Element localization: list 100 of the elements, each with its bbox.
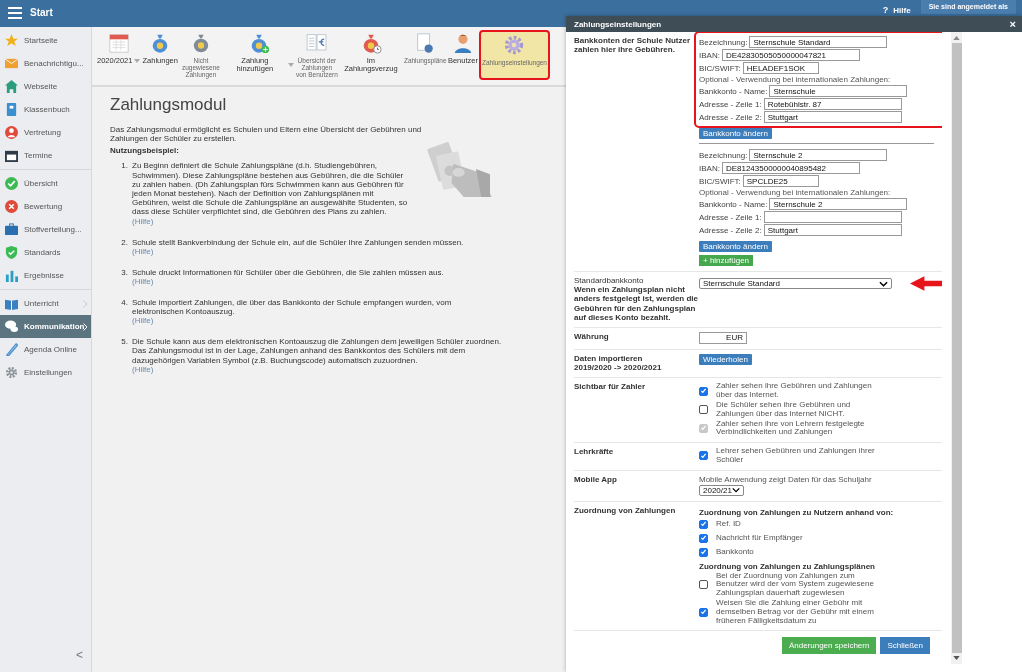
field-label: Adresse - Zeile 1: xyxy=(699,212,762,222)
checkbox-label: Lehrer sehen Gebühren und Zahlungen ihrer Schüler xyxy=(716,447,876,465)
year-select[interactable]: 2020/21 xyxy=(699,484,744,496)
step-text: Schule stellt Bankverbindung der Schule ein, auf die Schüler Ihre Zahlungen senden müssen. xyxy=(132,237,465,247)
person-icon xyxy=(5,126,18,139)
text-field[interactable]: Stuttgart xyxy=(763,224,902,236)
text-field[interactable]: HELADEF1SOK xyxy=(742,62,819,74)
field-label: BIC/SWIFT: xyxy=(699,63,741,73)
page-title: Zahlungsmodul xyxy=(110,95,227,115)
checkbox[interactable] xyxy=(699,405,708,415)
caret-icon xyxy=(134,58,141,63)
checkbox-label: Ref. ID xyxy=(716,519,742,529)
open-book-icon xyxy=(5,297,18,310)
bars-icon xyxy=(5,269,18,282)
section-label: Daten importieren xyxy=(574,353,644,364)
checkbox-label: Bei der Zuordnung von Zahlungen zum Benutzer wird der vom System zugewiesene Zahlungsplan dauerhaft zugewiesen xyxy=(716,571,874,599)
text-field[interactable]: DE81243500000040895482 xyxy=(721,162,860,174)
checkbox[interactable] xyxy=(699,547,708,557)
scrollbar[interactable] xyxy=(951,32,962,664)
step-number: 2. xyxy=(120,237,128,249)
section-label: 2019/2020 -> 2020/2021 xyxy=(574,363,663,373)
section-label: Bankkonten der Schule Nutzer zahlen hier ihre Gebühren. xyxy=(574,36,692,55)
scroll-down-icon[interactable] xyxy=(953,656,960,660)
change-account-button[interactable]: Bankkonto ändern xyxy=(699,128,772,139)
pointer-arrow-icon xyxy=(910,276,942,291)
sidebar-item[interactable]: Einstellungen xyxy=(0,361,91,384)
sidebar-item[interactable]: Benachrichtigu... xyxy=(0,52,91,75)
text-field[interactable] xyxy=(763,211,902,223)
section-label: Mobile App xyxy=(574,474,618,484)
text-field[interactable]: Sternschule xyxy=(769,85,908,97)
menu-icon[interactable] xyxy=(8,7,22,19)
chevron-icon xyxy=(879,280,888,287)
repeat-button[interactable]: Wiederholen xyxy=(699,353,752,365)
sidebar-item[interactable]: Vertretung xyxy=(0,121,91,144)
step-number: 5. xyxy=(120,337,128,349)
currency-field[interactable]: EUR xyxy=(699,331,747,344)
pen-icon xyxy=(5,343,18,356)
step-number: 4. xyxy=(120,297,128,309)
sidebar-item[interactable]: Termine xyxy=(0,144,91,167)
close-icon[interactable]: × xyxy=(1009,18,1016,30)
sidebar-item[interactable]: Übersicht xyxy=(0,172,91,195)
sidebar-item[interactable]: Stoffverteilung... xyxy=(0,218,91,241)
cross-icon xyxy=(5,200,18,213)
envelope-icon xyxy=(5,57,18,70)
field-label: Bankkonto - Name: xyxy=(699,86,768,96)
checkbox[interactable] xyxy=(699,580,708,590)
sidebar-item[interactable]: Webseite xyxy=(0,75,91,98)
checkbox[interactable] xyxy=(699,451,708,461)
change-account-button[interactable]: Bankkonto ändern xyxy=(699,241,772,252)
dialog-title: Zahlungseinstellungen xyxy=(574,19,662,29)
help-icon[interactable]: ? xyxy=(882,5,889,15)
step-text: Zu Beginn definiert die Schule Zahlungspläne (d.h. Studiengebühren, Schwimmen). Diese Zahlungspläne bestehen aus Gebühren, die die Schüler zu zahlen haben. (Dh Zahlungsplan fürs Schwimmen kann aus Gebühren für jeden Monat bestehen). Nach der Definition von Zahlungsplänen mit Gebühren, weist die Schule die Zahlungspläne an ausgewählte Studenten, so dass diese Schüler verpflichtet sind, die Gebühren des Plans zu zahlen. xyxy=(132,161,409,217)
text-field[interactable]: Sternschule 2 xyxy=(749,149,888,161)
text-field[interactable]: Rotebühlstr. 87 xyxy=(763,98,902,110)
example-heading: Nutzungsbeispiel: xyxy=(110,146,179,156)
sidebar-item[interactable]: Ergebnisse xyxy=(0,264,91,287)
field-label: Adresse - Zeile 2: xyxy=(699,225,762,235)
star-icon xyxy=(5,34,18,47)
house-icon xyxy=(5,80,18,93)
app-title: Start xyxy=(30,7,53,18)
chat-icon xyxy=(5,320,18,333)
mobile-text: Mobile Anwendung zeigt Daten für das Schuljahr xyxy=(699,474,872,484)
sidebar-item[interactable]: Klassenbuch xyxy=(0,98,91,121)
gear-icon xyxy=(503,34,526,56)
intro-text: Das Zahlungsmodul ermöglicht es Schulen und Eltern eine Übersicht der Gebühren und Zahlungen der Schüler zu erstellen. xyxy=(110,125,423,144)
sidebar-item[interactable]: Bewertung xyxy=(0,195,91,218)
sidebar-item[interactable]: Kommunikation xyxy=(0,315,91,338)
check-icon xyxy=(5,177,18,190)
help-link[interactable]: Hilfe xyxy=(893,6,911,15)
collapse-sidebar-button[interactable]: < xyxy=(76,648,83,662)
text-field[interactable]: DE42830505050000047821 xyxy=(721,49,860,61)
checkbox[interactable] xyxy=(699,607,708,617)
group-heading: Zuordnung von Zahlungen zu Nutzern anhand von: xyxy=(699,507,894,517)
checkbox-label: Nachricht für Empfänger xyxy=(716,533,804,543)
checkbox-label: Zahler sehen ihre Gebühren und Zahlungen über das Internet. xyxy=(716,382,873,400)
scroll-up-icon[interactable] xyxy=(953,36,960,40)
chevron-icon xyxy=(83,300,88,308)
checkbox[interactable] xyxy=(699,386,708,396)
step-number: 1. xyxy=(120,161,128,173)
section-label: Wenn ein Zahlungsplan nicht anders festgelegt ist, werden die Gebühren für den Zahlungsplan auf dieses Konto bezahlt. xyxy=(574,285,699,322)
chevron-icon xyxy=(83,323,88,331)
text-field[interactable]: Stuttgart xyxy=(763,111,902,123)
sidebar-item[interactable]: Startseite xyxy=(0,29,91,52)
close-button[interactable]: Schließen xyxy=(880,637,930,655)
field-label: IBAN: xyxy=(699,50,720,60)
field-label: Adresse - Zeile 2: xyxy=(699,112,762,122)
sidebar-item[interactable]: Unterricht xyxy=(0,292,91,315)
checkbox[interactable] xyxy=(699,519,708,529)
account-select[interactable]: Sternschule Standard xyxy=(699,278,892,289)
checkbox-label: Weisen Sie die Zahlung einer Gebühr mit demselben Betrag vor der Gebühr mit einem früheren Fälligkeitsdatum zu xyxy=(716,599,875,626)
sidebar-item[interactable]: Standards xyxy=(0,241,91,264)
text-field[interactable]: SPCLDE25 xyxy=(742,175,819,187)
checkbox[interactable] xyxy=(699,533,708,543)
text-field[interactable]: Sternschule Standard xyxy=(749,36,888,48)
field-label: BIC/SWIFT: xyxy=(699,176,741,186)
calendar-icon xyxy=(5,149,18,162)
step-number: 3. xyxy=(120,267,128,279)
text-field[interactable]: Sternschule 2 xyxy=(769,198,908,210)
section-label: Währung xyxy=(574,331,610,342)
sidebar-item[interactable]: Agenda Online xyxy=(0,338,91,361)
